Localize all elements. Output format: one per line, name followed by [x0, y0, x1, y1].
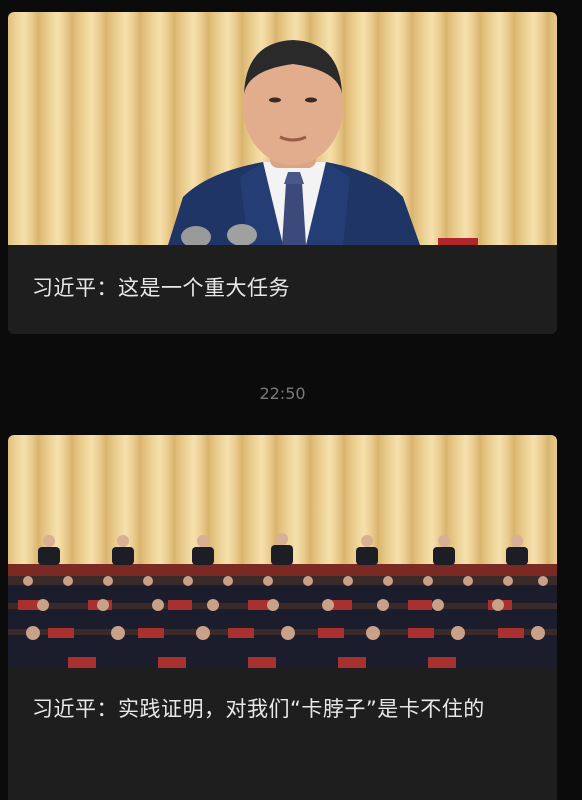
- conference-illustration: [8, 533, 557, 668]
- news-headline[interactable]: 习近平：这是一个重大任务: [8, 245, 557, 305]
- news-card[interactable]: 习近平：实践证明，对我们“卡脖子”是卡不住的: [8, 435, 557, 800]
- message-timestamp: 22:50: [259, 384, 306, 403]
- chat-screen: 习近平：这是一个重大任务 22:50 习近平：实践证明，对我们“卡脖子”是卡不住…: [0, 0, 582, 800]
- speaker-illustration: [168, 40, 478, 245]
- conference-photo[interactable]: [8, 435, 557, 668]
- news-headline[interactable]: 习近平：实践证明，对我们“卡脖子”是卡不住的: [8, 668, 557, 726]
- news-card[interactable]: 习近平：这是一个重大任务: [8, 12, 557, 334]
- speaker-photo[interactable]: [8, 12, 557, 245]
